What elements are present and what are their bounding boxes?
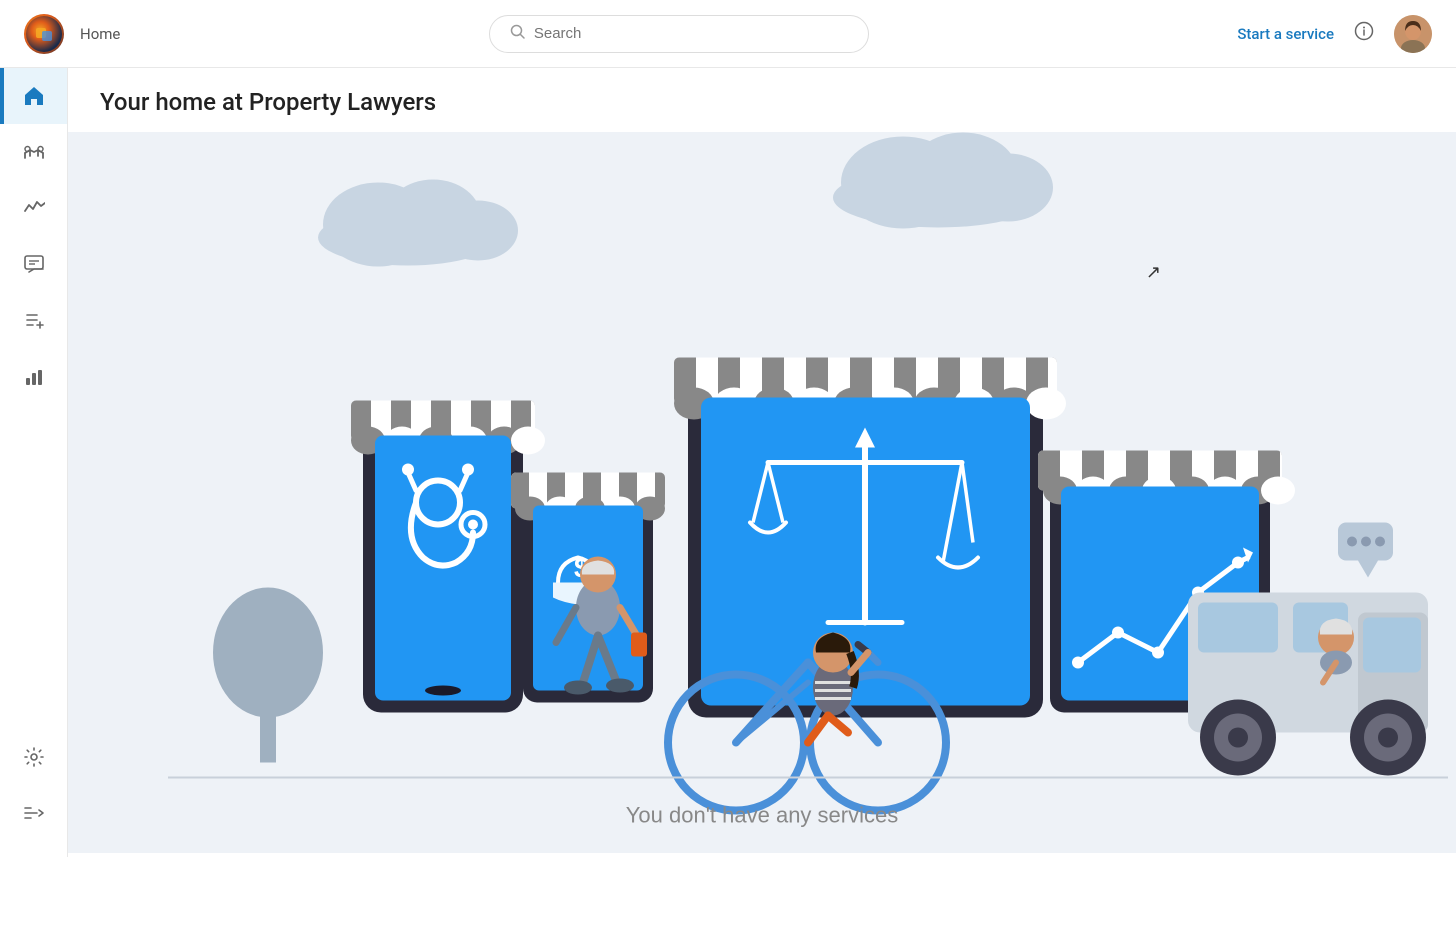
app-logo[interactable]: [24, 14, 64, 54]
sidebar-item-analytics[interactable]: [0, 348, 67, 404]
sidebar-collapse-button[interactable]: [0, 785, 67, 841]
home-nav-link[interactable]: Home: [80, 25, 120, 43]
sidebar-item-activity[interactable]: [0, 180, 67, 236]
sidebar-item-add[interactable]: [0, 292, 67, 348]
sidebar-item-settings[interactable]: [0, 729, 67, 785]
main-content: Your home at Property Lawyers: [68, 68, 1456, 857]
sidebar-item-messages[interactable]: [0, 236, 67, 292]
search-bar[interactable]: [489, 15, 869, 53]
page-title: Your home at Property Lawyers: [100, 88, 1424, 116]
svg-text:You don't have any services: You don't have any services: [626, 803, 898, 828]
search-icon: [510, 24, 526, 44]
start-service-button[interactable]: Start a service: [1237, 25, 1334, 43]
search-input[interactable]: [534, 25, 848, 42]
navbar: Home Start a service: [0, 0, 1456, 68]
sidebar-bottom: [0, 729, 67, 857]
avatar[interactable]: [1394, 15, 1432, 53]
hero-section: $: [68, 132, 1456, 853]
info-icon[interactable]: [1354, 21, 1374, 46]
hero-illustration: $: [68, 132, 1456, 853]
navbar-right: Start a service: [1237, 15, 1432, 53]
sidebar-item-home[interactable]: [0, 68, 67, 124]
page-header: Your home at Property Lawyers: [68, 68, 1456, 132]
sidebar-item-deals[interactable]: [0, 124, 67, 180]
sidebar: [0, 0, 68, 857]
